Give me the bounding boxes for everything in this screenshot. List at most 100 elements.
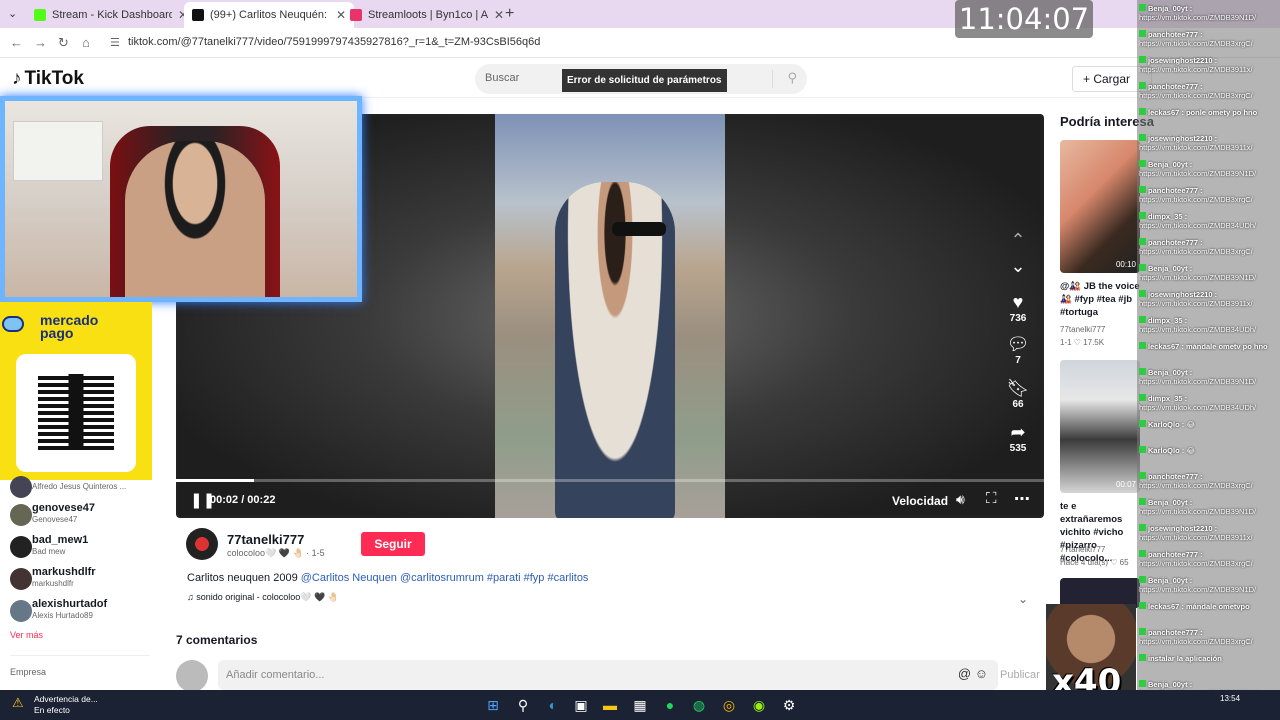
stream-chat-overlay: Benja_00yt : https://vm.tiktok.com/ZMDB39… bbox=[1137, 0, 1280, 720]
author-username[interactable]: 77tanelki777 bbox=[227, 532, 304, 547]
chat-user: Benja_00yt : bbox=[1148, 264, 1193, 273]
close-tab-icon[interactable]: ✕ bbox=[494, 8, 504, 22]
follow-button[interactable]: Seguir bbox=[361, 532, 425, 556]
ver-mas-link[interactable]: Ver más bbox=[10, 630, 43, 640]
x40-overlay: x40 bbox=[1046, 604, 1136, 704]
kick-badge-icon bbox=[1139, 628, 1146, 635]
chat-message: Benja_00yt :https://vm.tiktok.com/ZMDB39… bbox=[1139, 4, 1280, 23]
save-button[interactable]: 🔖︎ 66 bbox=[1000, 378, 1036, 410]
chat-user: panchotee777 : bbox=[1148, 628, 1203, 637]
following-item[interactable]: markushdlfr markushdlfr bbox=[10, 566, 150, 596]
chat-user: panchotee777 : bbox=[1148, 472, 1203, 481]
site-info-icon[interactable]: ☰ bbox=[110, 36, 120, 49]
avatar bbox=[176, 660, 208, 692]
chat-link: https://vm.tiktok.com/ZMDB3xrgC/ bbox=[1139, 247, 1253, 256]
search-icon[interactable]: ⚲ bbox=[787, 70, 797, 86]
comment-input[interactable]: Añadir comentario... @ ☺ bbox=[218, 660, 998, 690]
rec-video-thumbnail[interactable]: 00:10 bbox=[1060, 140, 1140, 273]
comment-button[interactable]: 💬︎ 7 bbox=[1000, 334, 1036, 366]
search-icon[interactable]: ⚲ bbox=[513, 695, 533, 715]
rec-caption[interactable]: te e extrañaremos vichito #vicho #pizarr… bbox=[1060, 500, 1140, 565]
rec-video-thumbnail[interactable]: 00:07 bbox=[1060, 360, 1140, 493]
browser-tab-streamloots[interactable]: Streamloots | Byn1co | Apóyam ✕ bbox=[342, 2, 512, 28]
folder-icon[interactable]: ▬ bbox=[600, 695, 620, 715]
mercadopago-overlay: mercado pago bbox=[0, 302, 152, 480]
chat-message: josewinghost2210 : https://vm.tiktok.com/… bbox=[1139, 290, 1280, 309]
chat-message: panchotee777 : https://vm.tiktok.com/ZMDB… bbox=[1139, 30, 1280, 49]
volume-icon[interactable]: 🔊︎ bbox=[956, 491, 965, 508]
mention-emoji-icons[interactable]: @ ☺ bbox=[958, 666, 988, 681]
speed-button[interactable]: Velocidad bbox=[892, 494, 948, 508]
expand-chevron-icon[interactable]: ⌄ bbox=[1018, 592, 1028, 606]
chat-message: KarloQlo : 😂 bbox=[1139, 446, 1280, 465]
browser-tab-tiktok[interactable]: (99+) Carlitos Neuquén: La ✕ bbox=[184, 2, 355, 28]
chat-user: Benja_00yt : bbox=[1148, 160, 1193, 169]
settings-icon[interactable]: ⚙ bbox=[779, 695, 799, 715]
mp-line2: pago bbox=[40, 325, 74, 341]
start-icon[interactable]: ⊞ bbox=[483, 695, 503, 715]
browser-tab-kick[interactable]: Stream - Kick Dashboard ✕ bbox=[26, 2, 196, 28]
kick-badge-icon bbox=[1139, 446, 1146, 453]
chat-message: panchotee777 : https://vm.tiktok.com/ZMDB… bbox=[1139, 472, 1280, 491]
spotify-icon[interactable]: ● bbox=[660, 695, 680, 715]
back-icon[interactable]: ← bbox=[10, 35, 23, 50]
chat-link: https://vm.tiktok.com/ZMDB3911x/ bbox=[1139, 533, 1253, 542]
xbox-icon[interactable]: ◉ bbox=[749, 695, 769, 715]
like-button[interactable]: ♥ 736 bbox=[1000, 292, 1036, 324]
url-field[interactable]: tiktok.com/@77tanelki777/video/759199979… bbox=[128, 36, 540, 48]
prev-video-button[interactable]: ⌃ bbox=[1000, 230, 1036, 251]
search-input[interactable]: Buscar bbox=[485, 72, 519, 84]
empresa-link[interactable]: Empresa bbox=[10, 667, 46, 677]
reload-icon[interactable]: ↻ bbox=[58, 35, 69, 51]
chat-link: https://vm.tiktok.com/ZMDB34UDh/ bbox=[1139, 325, 1257, 334]
tab-title: (99+) Carlitos Neuquén: La bbox=[210, 9, 330, 21]
chat-link: https://vm.tiktok.com/ZMDB39N1D/ bbox=[1139, 169, 1257, 178]
fullscreen-icon[interactable]: ⛶ bbox=[986, 490, 997, 507]
chat-message: panchotee777 : https://vm.tiktok.com/ZMDB… bbox=[1139, 238, 1280, 257]
following-sub: Bad mew bbox=[32, 547, 66, 556]
new-tab-icon[interactable]: + bbox=[505, 5, 514, 23]
chat-user: instalar la aplicación bbox=[1148, 654, 1222, 663]
publish-button[interactable]: Publicar bbox=[1000, 669, 1040, 681]
chat-link: https://vm.tiktok.com/ZMDB39N1D/ bbox=[1139, 507, 1257, 516]
home-icon[interactable]: ⌂ bbox=[82, 35, 90, 50]
qr-card bbox=[16, 354, 136, 472]
tab-list-chevron-icon[interactable]: ⌄ bbox=[8, 7, 17, 20]
kick-badge-icon bbox=[1139, 186, 1146, 193]
chat-message: leckas67 : mándale ometv po hno bbox=[1139, 342, 1280, 361]
chat-message: Benja_00yt :https://vm.tiktok.com/ZMDB39… bbox=[1139, 160, 1280, 179]
more-options-icon[interactable]: ⋯ bbox=[1014, 489, 1030, 509]
store-icon[interactable]: ▣ bbox=[571, 695, 591, 715]
chat-link: https://vm.tiktok.com/ZMDB34UDh/ bbox=[1139, 403, 1257, 412]
save-count: 66 bbox=[1012, 399, 1024, 410]
share-button[interactable]: ➦ 535 bbox=[1000, 422, 1036, 454]
forward-icon[interactable]: → bbox=[34, 35, 47, 50]
chat-link: https://vm.tiktok.com/ZMDB34UDh/ bbox=[1139, 221, 1257, 230]
app-icon[interactable]: ▦ bbox=[630, 695, 650, 715]
chat-user: josewinghost2210 : bbox=[1148, 134, 1218, 143]
chrome-icon[interactable]: ◎ bbox=[719, 695, 739, 715]
next-video-button[interactable]: ⌄ bbox=[1000, 256, 1036, 277]
chat-user: josewinghost2210 : bbox=[1148, 56, 1218, 65]
chat-user: josewinghost2210 : bbox=[1148, 290, 1218, 299]
chat-user: KarloQlo : 😂 bbox=[1148, 420, 1196, 429]
following-name: alexishurtadof bbox=[32, 598, 108, 610]
description-tags[interactable]: @Carlitos Neuquen @carlitosrumrum #parat… bbox=[301, 572, 589, 584]
edge-icon[interactable]: ◐ bbox=[543, 695, 563, 715]
rec-caption[interactable]: @🎎 JB the voice 🎎 #fyp #tea #jb #tortuga bbox=[1060, 280, 1140, 319]
whatsapp-icon[interactable]: ◍ bbox=[689, 695, 709, 715]
weather-warning[interactable]: ⚠ Advertencia de... En efecto bbox=[12, 694, 98, 716]
chat-user: panchotee777 : bbox=[1148, 30, 1203, 39]
following-item[interactable]: bad_mew1 Bad mew bbox=[10, 534, 150, 564]
avatar bbox=[10, 536, 32, 558]
kick-badge-icon bbox=[1139, 30, 1146, 37]
streamloots-favicon-icon bbox=[350, 9, 362, 21]
sound-link[interactable]: ♫ sonido original - colocoloo🤍 🖤 🤚🏻 bbox=[187, 592, 339, 603]
author-avatar[interactable] bbox=[186, 528, 218, 560]
following-item[interactable]: alexishurtadof Alexis Hurtado89 bbox=[10, 598, 150, 628]
following-sub: markushdlfr bbox=[32, 579, 74, 588]
tiktok-logo[interactable]: ♪ TikTok bbox=[12, 68, 84, 90]
following-item[interactable]: genovese47 Genovese47 bbox=[10, 502, 150, 532]
comment-placeholder: Añadir comentario... bbox=[226, 669, 325, 681]
chat-message: KarloQlo : 😂 bbox=[1139, 420, 1280, 439]
